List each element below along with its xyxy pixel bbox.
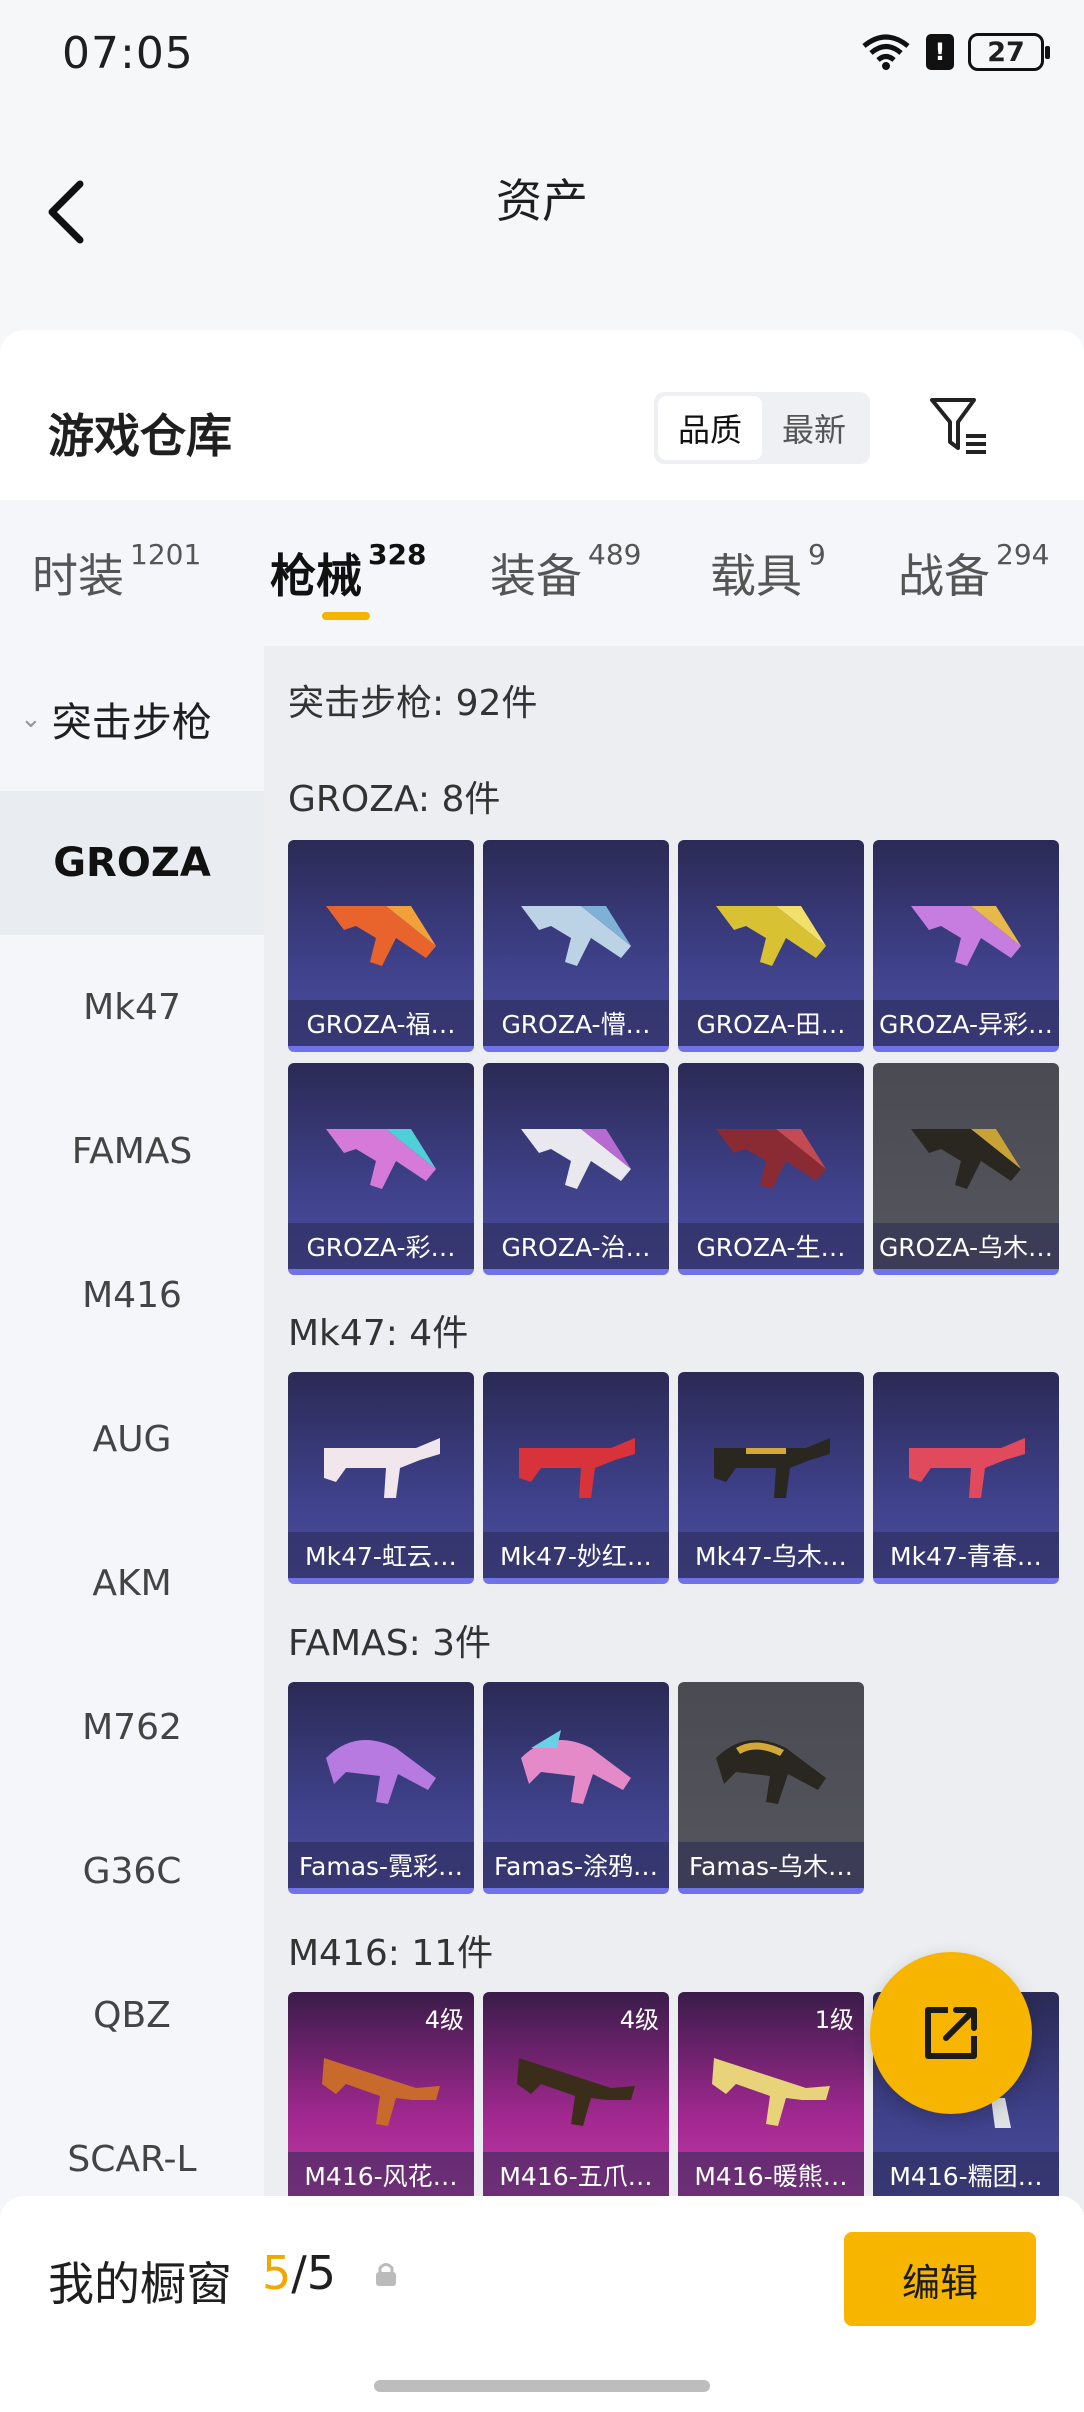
weapon-sidebar: ⌄ 突击步枪 GROZA Mk47 FAMAS M416 AUG AKM M76…	[0, 646, 264, 2212]
weapon-card[interactable]: Mk47-乌木…	[678, 1372, 864, 1584]
total-count: 突击步枪: 92件	[288, 683, 538, 724]
category-tabs: 时装 1201 枪械 328 装备 489 载具 9 战备 294	[0, 500, 1084, 646]
group-title-m416: M416: 11件	[288, 1933, 494, 1974]
weapon-card[interactable]: 4级 M416-五爪…	[483, 1992, 669, 2204]
sidebar-item-groza[interactable]: GROZA	[0, 791, 264, 935]
gun-icon	[519, 1438, 635, 1498]
tab-supplies[interactable]: 战备 294	[898, 538, 1049, 606]
showcase-label: 我的橱窗	[48, 2257, 232, 2311]
filter-icon[interactable]	[926, 392, 992, 458]
page-title: 资产	[496, 174, 588, 228]
weapon-card[interactable]: Famas-涂鸦…	[483, 1682, 669, 1894]
status-icons: ! 27	[860, 32, 1050, 72]
sidebar-item-mk47[interactable]: Mk47	[0, 935, 264, 1079]
gun-icon	[521, 1730, 631, 1804]
gun-icon	[716, 906, 826, 966]
sort-quality-button[interactable]: 品质	[658, 396, 762, 460]
share-button[interactable]	[870, 1952, 1032, 2114]
gun-icon	[712, 2058, 830, 2126]
weapon-card[interactable]: GROZA-福…	[288, 840, 474, 1052]
weapon-card[interactable]: Famas-乌木…	[678, 1682, 864, 1894]
sidebar-item-g36c[interactable]: G36C	[0, 1799, 264, 1943]
weapon-card[interactable]: 4级 M416-风花…	[288, 1992, 474, 2204]
gun-icon	[909, 1438, 1025, 1498]
gun-icon	[326, 1740, 436, 1804]
weapon-card[interactable]: 1级 M416-暖熊…	[678, 1992, 864, 2204]
showcase-count: 5/5	[262, 2246, 337, 2300]
tab-fashion[interactable]: 时装 1201	[32, 538, 201, 606]
weapon-card[interactable]: GROZA-治…	[483, 1063, 669, 1275]
home-indicator[interactable]	[374, 2380, 710, 2392]
sidebar-category[interactable]: ⌄ 突击步枪	[0, 646, 264, 791]
group-title-groza: GROZA: 8件	[288, 779, 501, 820]
gun-icon	[911, 906, 1021, 966]
gun-icon	[326, 906, 436, 966]
sidebar-item-famas[interactable]: FAMAS	[0, 1079, 264, 1223]
active-tab-indicator	[322, 612, 370, 620]
tab-weapons[interactable]: 枪械 328	[270, 538, 426, 606]
edit-button[interactable]: 编辑	[844, 2232, 1036, 2326]
nav-bar: 资产	[0, 110, 1084, 330]
weapon-card[interactable]: GROZA-异彩…	[873, 840, 1059, 1052]
sidebar-item-akm[interactable]: AKM	[0, 1511, 264, 1655]
status-time: 07:05	[62, 28, 194, 79]
weapon-card[interactable]: Mk47-青春…	[873, 1372, 1059, 1584]
group-title-mk47: Mk47: 4件	[288, 1313, 469, 1354]
wifi-icon	[862, 34, 910, 70]
alert-icon: !	[926, 34, 954, 70]
share-icon	[925, 2007, 977, 2059]
gun-icon	[326, 1129, 436, 1189]
sidebar-item-qbz[interactable]: QBZ	[0, 1943, 264, 2087]
weapon-card[interactable]: GROZA-田…	[678, 840, 864, 1052]
weapon-card[interactable]: GROZA-懵…	[483, 840, 669, 1052]
gun-icon	[911, 1129, 1021, 1189]
sort-latest-button[interactable]: 最新	[762, 396, 866, 460]
gun-icon	[714, 1438, 830, 1498]
warehouse-title: 游戏仓库	[48, 409, 232, 463]
gun-icon	[521, 906, 631, 966]
lock-icon	[376, 2263, 396, 2286]
weapon-card[interactable]: Mk47-虹云…	[288, 1372, 474, 1584]
gun-icon	[517, 2058, 635, 2126]
battery-indicator: 27	[968, 33, 1050, 71]
weapon-card[interactable]: GROZA-彩…	[288, 1063, 474, 1275]
tab-vehicles[interactable]: 载具 9	[710, 538, 826, 606]
gun-icon	[716, 1740, 826, 1804]
weapon-card[interactable]: GROZA-乌木…	[873, 1063, 1059, 1275]
sidebar-item-m416[interactable]: M416	[0, 1223, 264, 1367]
sort-segmented-control: 品质 最新	[654, 392, 870, 464]
sidebar-item-m762[interactable]: M762	[0, 1655, 264, 1799]
weapon-card[interactable]: GROZA-生…	[678, 1063, 864, 1275]
group-title-famas: FAMAS: 3件	[288, 1623, 492, 1664]
warehouse-header: 游戏仓库 品质 最新	[0, 330, 1084, 500]
chevron-down-icon: ⌄	[20, 703, 42, 734]
gun-icon	[324, 1438, 440, 1498]
gun-icon	[521, 1129, 631, 1189]
gun-icon	[322, 2058, 440, 2126]
weapon-card[interactable]: Mk47-妙红…	[483, 1372, 669, 1584]
weapon-card[interactable]: Famas-霓彩…	[288, 1682, 474, 1894]
sidebar-item-aug[interactable]: AUG	[0, 1367, 264, 1511]
status-bar: 07:05 ! 27	[0, 0, 1084, 110]
tab-equipment[interactable]: 装备 489	[490, 538, 641, 606]
gun-icon	[716, 1129, 826, 1189]
